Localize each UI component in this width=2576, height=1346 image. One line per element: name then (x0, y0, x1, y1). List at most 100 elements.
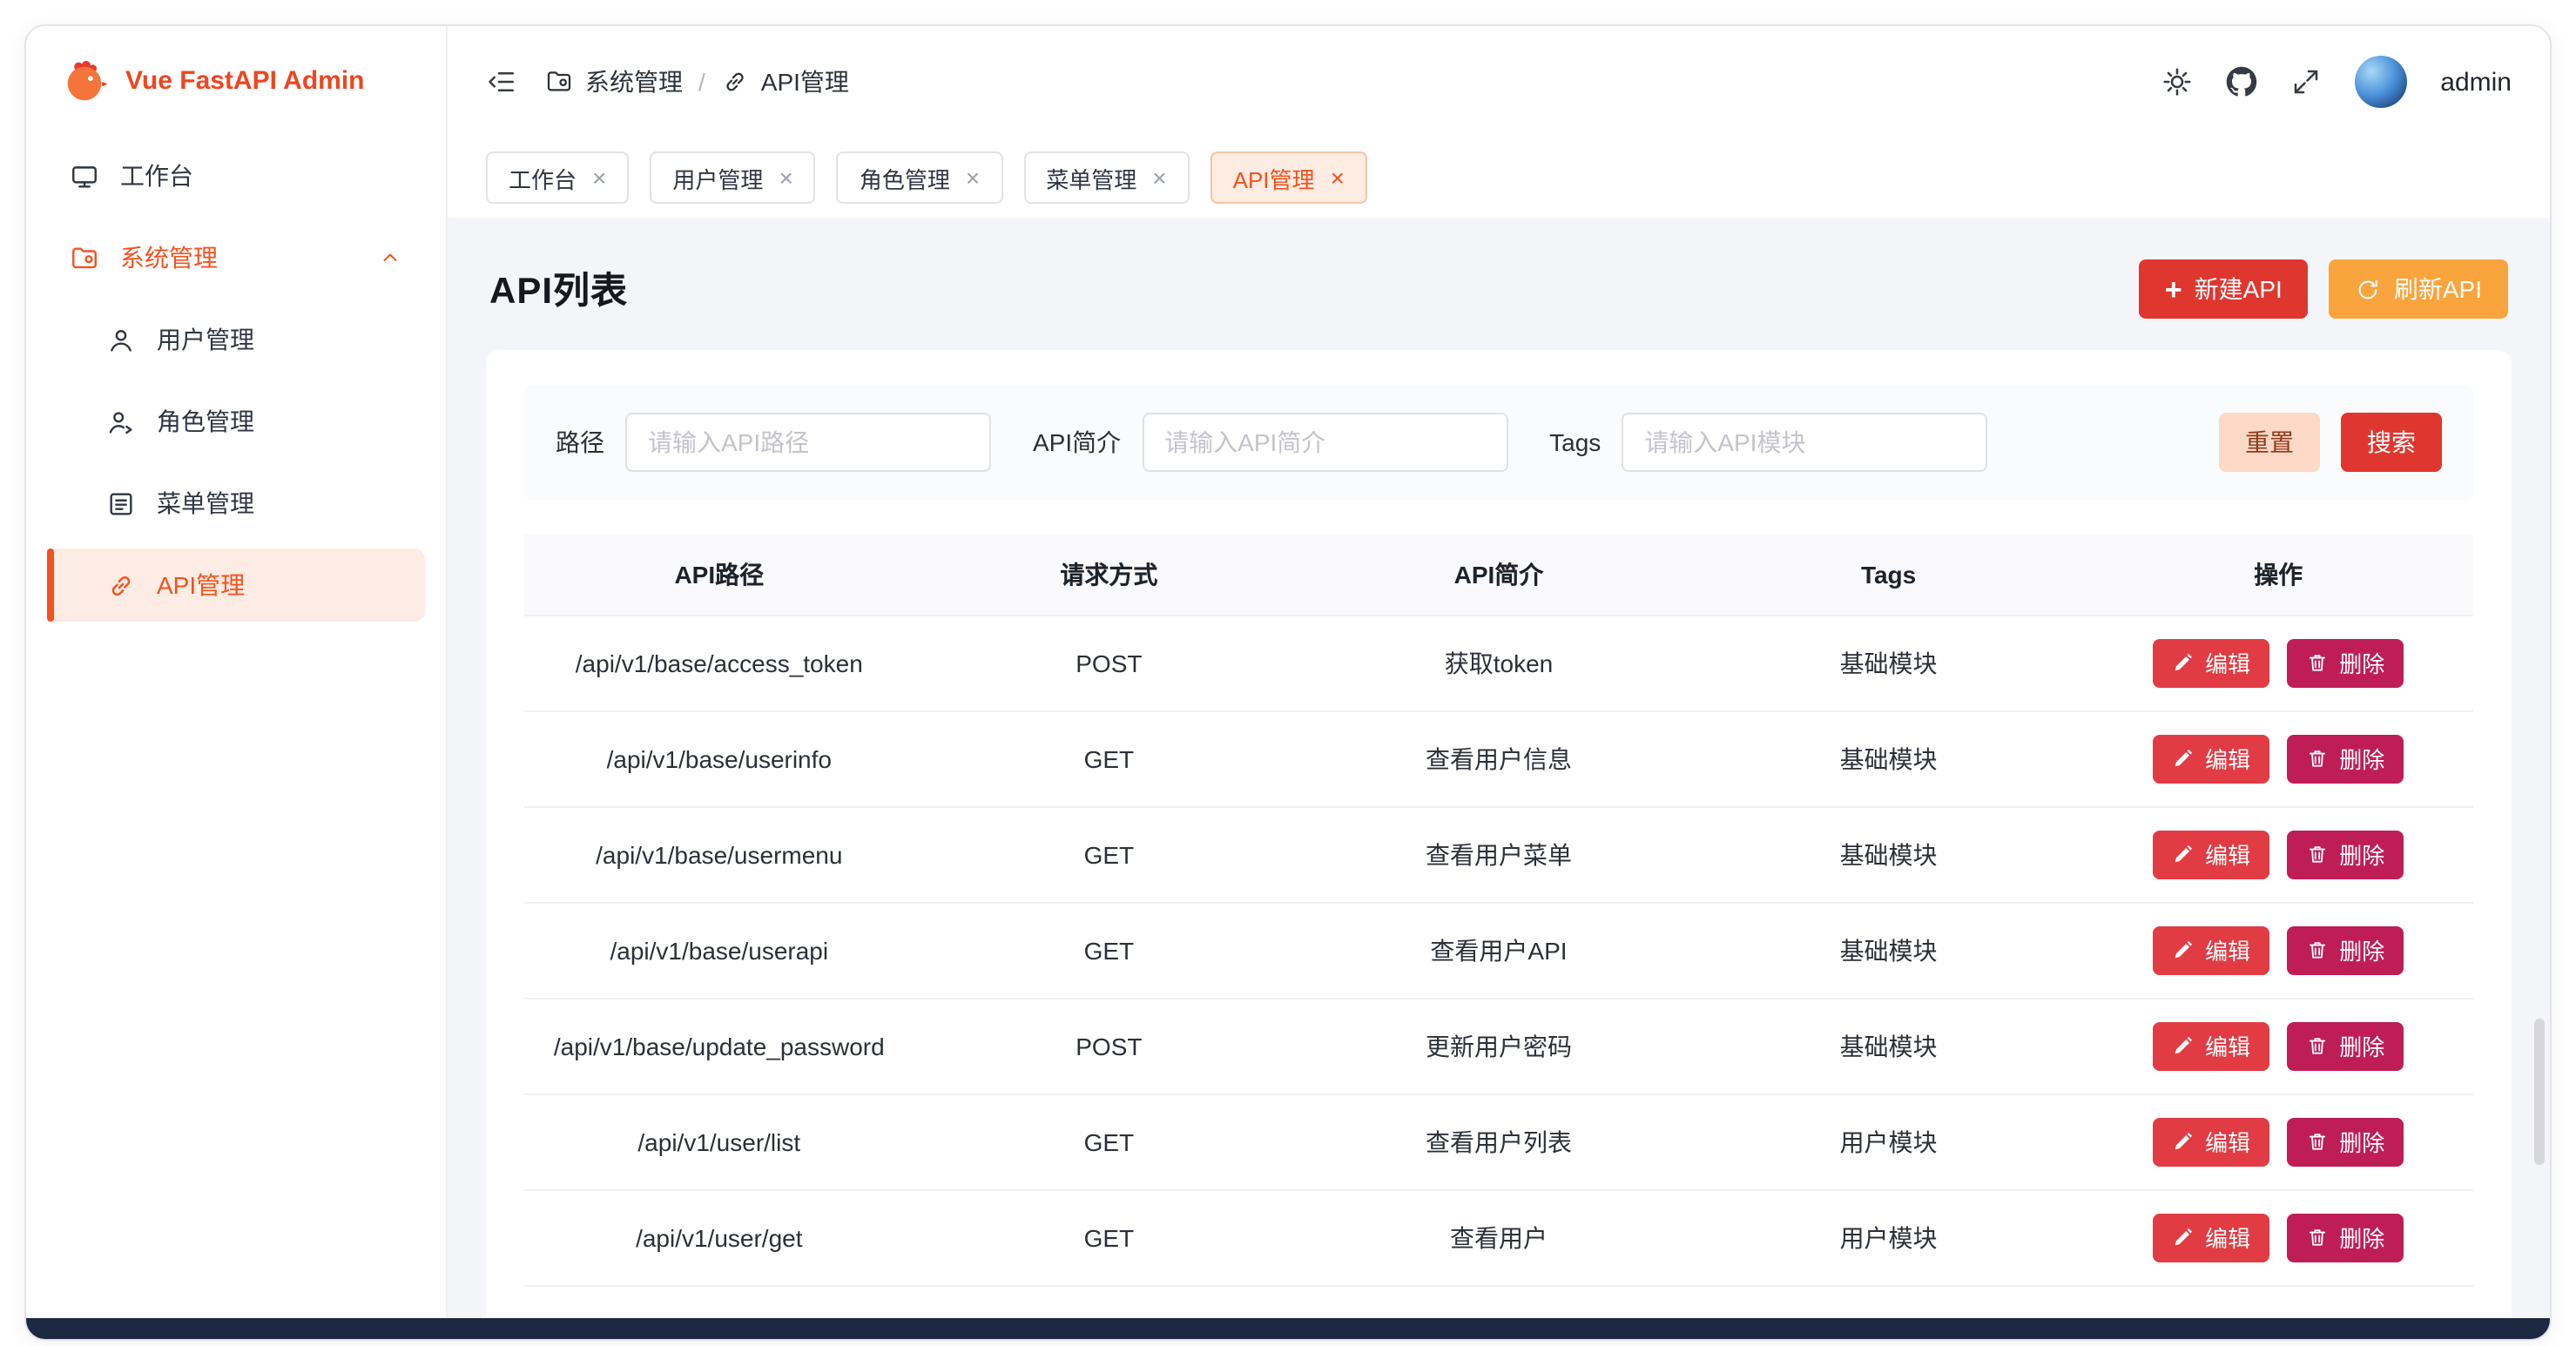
pencil-icon (2172, 1226, 2195, 1248)
username[interactable]: admin (2440, 67, 2512, 97)
cell-method: GET (914, 1094, 1305, 1189)
search-button[interactable]: 搜索 (2341, 413, 2442, 472)
sidebar-item-menus[interactable]: 菜单管理 (47, 467, 425, 540)
table-row: /api/v1/base/userinfo GET 查看用户信息 基础模块 编辑… (524, 710, 2473, 806)
tab-menus[interactable]: 菜单管理 × (1023, 151, 1189, 204)
tab-users[interactable]: 用户管理 × (650, 151, 815, 204)
collapse-sidebar-icon[interactable] (486, 66, 517, 98)
cell-tags: 基础模块 (1694, 615, 2084, 710)
breadcrumb-separator: / (698, 68, 705, 96)
reset-button[interactable]: 重置 (2219, 413, 2320, 472)
table-row: /api/v1/base/usermenu GET 查看用户菜单 基础模块 编辑… (524, 806, 2473, 902)
sidebar-item-label: 角色管理 (157, 404, 254, 439)
edit-button[interactable]: 编辑 (2153, 638, 2269, 687)
edit-label: 编辑 (2205, 1221, 2250, 1254)
scrollbar-thumb[interactable] (2534, 1019, 2545, 1165)
cell-tags: 基础模块 (1694, 806, 2084, 902)
cell-api-path: /api/v1/user/list (524, 1094, 914, 1189)
edit-label: 编辑 (2205, 1125, 2250, 1158)
edit-label: 编辑 (2205, 838, 2250, 871)
summary-label: API简介 (1033, 425, 1121, 460)
edit-label: 编辑 (2205, 933, 2250, 966)
sidebar-item-roles[interactable]: 角色管理 (47, 385, 425, 458)
tab-api[interactable]: API管理 × (1210, 151, 1367, 204)
cell-method: POST (914, 615, 1305, 710)
cell-method: GET (914, 1189, 1305, 1285)
delete-button[interactable]: 删除 (2287, 925, 2404, 974)
cell-method: GET (914, 710, 1305, 806)
sidebar-menu: 工作台 系统管理 用户管理 角色管理 (26, 129, 446, 641)
app-window: Vue FastAPI Admin 工作台 系统管理 (24, 24, 2552, 1341)
sidebar-item-system[interactable]: 系统管理 (47, 221, 425, 294)
cell-api-path: /api/v1/base/usermenu (524, 806, 914, 902)
path-input[interactable] (625, 413, 991, 472)
tags-input[interactable] (1622, 413, 1987, 472)
delete-button[interactable]: 删除 (2287, 830, 2404, 878)
main-area: 系统管理 / API管理 admin (448, 26, 2550, 1318)
trash-icon (2306, 1226, 2329, 1248)
delete-button[interactable]: 删除 (2287, 1021, 2404, 1070)
delete-button[interactable]: 删除 (2287, 734, 2404, 783)
tab-workbench[interactable]: 工作台 × (486, 151, 629, 204)
delete-label: 删除 (2339, 646, 2384, 679)
edit-button[interactable]: 编辑 (2153, 1213, 2269, 1262)
edit-button[interactable]: 编辑 (2153, 1117, 2269, 1166)
role-icon (106, 407, 136, 436)
cell-actions: 编辑 删除 (2083, 902, 2473, 998)
new-api-button[interactable]: + 新建API (2139, 259, 2309, 319)
content: API列表 + 新建API 刷新API (448, 218, 2550, 1318)
new-api-label: 新建API (2195, 272, 2283, 306)
close-icon[interactable]: × (592, 165, 606, 190)
sidebar-item-workbench[interactable]: 工作台 (47, 139, 425, 212)
breadcrumb-item-system[interactable]: 系统管理 (545, 64, 683, 99)
user-icon (106, 325, 136, 354)
cell-method: POST (914, 998, 1305, 1094)
github-icon[interactable] (2226, 66, 2257, 98)
delete-label: 删除 (2339, 742, 2384, 775)
edit-button[interactable]: 编辑 (2153, 1021, 2269, 1070)
close-icon[interactable]: × (1331, 165, 1345, 190)
edit-button[interactable]: 编辑 (2153, 734, 2269, 783)
refresh-api-button[interactable]: 刷新API (2330, 259, 2508, 319)
tab-roles[interactable]: 角色管理 × (837, 151, 1002, 204)
app-logo[interactable]: Vue FastAPI Admin (26, 26, 446, 129)
cell-actions: 编辑 删除 (2083, 615, 2473, 710)
close-icon[interactable]: × (966, 165, 980, 190)
sidebar-item-label: API管理 (157, 568, 245, 602)
edit-button[interactable]: 编辑 (2153, 830, 2269, 878)
delete-button[interactable]: 删除 (2287, 638, 2404, 687)
cell-summary: 查看用户信息 (1304, 710, 1694, 806)
cell-tags: 用户模块 (1694, 1094, 2084, 1189)
sidebar-item-users[interactable]: 用户管理 (47, 303, 425, 376)
tab-label: API管理 (1233, 161, 1315, 194)
edit-button[interactable]: 编辑 (2153, 925, 2269, 974)
summary-input[interactable] (1142, 413, 1507, 472)
delete-label: 删除 (2339, 838, 2384, 871)
menu-icon (106, 488, 136, 518)
delete-button[interactable]: 删除 (2287, 1213, 2404, 1262)
table-row: /api/v1/user/list GET 查看用户列表 用户模块 编辑 删除 (524, 1094, 2473, 1189)
trash-icon (2306, 1034, 2329, 1057)
refresh-icon (2356, 276, 2382, 302)
delete-button[interactable]: 删除 (2287, 1117, 2404, 1166)
col-method: 请求方式 (914, 535, 1305, 615)
fullscreen-icon[interactable] (2290, 66, 2322, 98)
cell-actions: 编辑 删除 (2083, 710, 2473, 806)
col-tags: Tags (1694, 535, 2084, 615)
table-row: /api/v1/base/update_password POST 更新用户密码… (524, 998, 2473, 1094)
cell-api-path: /api/v1/base/access_token (524, 615, 914, 710)
delete-label: 删除 (2339, 1125, 2384, 1158)
monitor-icon (70, 161, 99, 191)
cell-summary: 查看用户 (1304, 1189, 1694, 1285)
breadcrumb-label: 系统管理 (585, 64, 683, 99)
close-icon[interactable]: × (1152, 165, 1166, 190)
avatar[interactable] (2355, 56, 2407, 108)
cell-summary: 查看用户API (1304, 902, 1694, 998)
page-title: API列表 (489, 263, 628, 315)
delete-label: 删除 (2339, 1221, 2384, 1254)
sidebar-item-api[interactable]: API管理 (47, 548, 425, 622)
close-icon[interactable]: × (779, 165, 792, 190)
cell-tags: 基础模块 (1694, 998, 2084, 1094)
theme-sun-icon[interactable] (2161, 66, 2193, 98)
breadcrumb-item-api[interactable]: API管理 (721, 64, 849, 99)
